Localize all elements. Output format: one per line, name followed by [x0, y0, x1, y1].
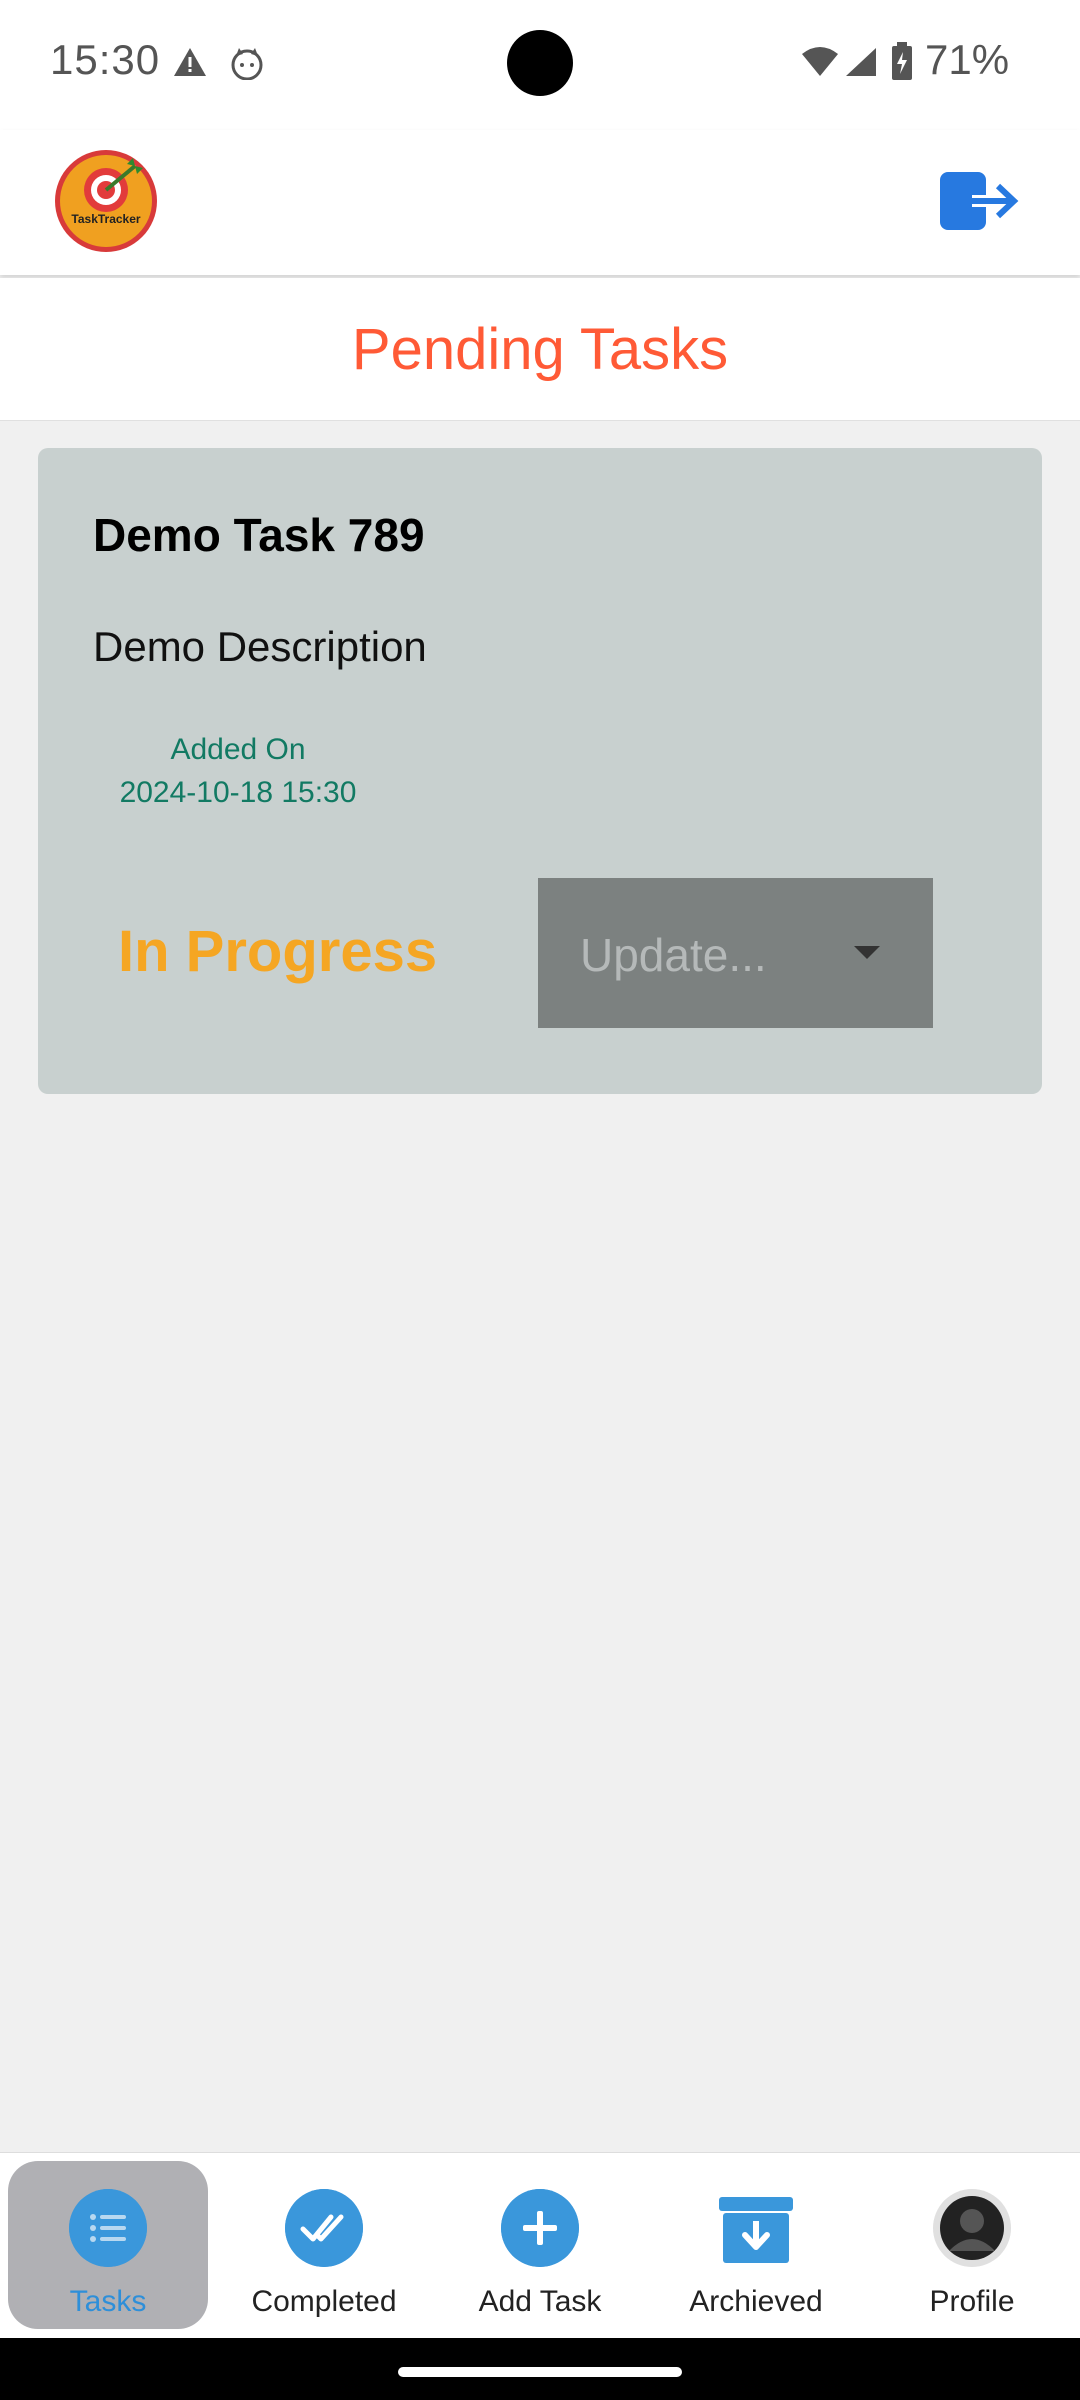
double-check-icon	[285, 2189, 363, 2267]
cat-icon	[231, 48, 263, 80]
nav-label-completed: Completed	[251, 2285, 397, 2318]
battery-percent: 71%	[925, 36, 1010, 83]
nav-tasks[interactable]: Tasks	[8, 2161, 208, 2329]
status-bar: 15:30 71%	[0, 0, 1080, 130]
front-camera	[507, 30, 573, 96]
task-status: In Progress	[118, 919, 438, 984]
list-icon	[69, 2189, 147, 2267]
chevron-down-icon	[854, 946, 880, 959]
nav-completed[interactable]: Completed	[224, 2161, 424, 2329]
logout-icon	[940, 172, 1019, 230]
app-logo: TaskTracker	[53, 148, 159, 254]
logo-icon	[55, 150, 157, 252]
task-card: Demo Task 789 Demo Description Added On …	[38, 448, 1042, 1094]
page-header: Pending Tasks	[0, 278, 1080, 421]
app-bar: TaskTracker	[0, 130, 1080, 275]
nav-label-profile: Profile	[929, 2285, 1015, 2318]
added-on-label: Added On	[170, 733, 306, 766]
nav-label-add-task: Add Task	[478, 2285, 602, 2318]
logout-button[interactable]	[936, 168, 1020, 234]
bottom-nav: Tasks Completed Add Task Archieved Profi…	[0, 2152, 1080, 2339]
update-status-dropdown[interactable]: Update...	[538, 878, 933, 1028]
nav-label-tasks: Tasks	[69, 2285, 147, 2318]
nav-add-task[interactable]: Add Task	[440, 2161, 640, 2329]
screen: 15:30 71% TaskTracker Pending Tasks Demo…	[0, 0, 1080, 2400]
task-description: Demo Description	[93, 623, 427, 670]
home-indicator[interactable]	[398, 2367, 682, 2377]
nav-label-archieved: Archieved	[689, 2285, 823, 2318]
page-title: Pending Tasks	[351, 317, 729, 382]
added-on-date: 2024-10-18 15:30	[119, 776, 357, 809]
battery-icon	[892, 42, 912, 80]
nav-archieved[interactable]: Archieved	[656, 2161, 856, 2329]
nav-profile[interactable]: Profile	[872, 2161, 1072, 2329]
update-placeholder: Update...	[580, 929, 767, 981]
system-nav-bar	[0, 2338, 1080, 2400]
plus-icon	[501, 2189, 579, 2267]
alert-icon	[174, 48, 206, 76]
wifi-icon	[802, 47, 838, 76]
task-title: Demo Task 789	[93, 509, 425, 561]
archive-icon	[719, 2197, 793, 2263]
logo-text: TaskTracker	[71, 212, 141, 226]
signal-icon	[846, 48, 876, 76]
user-icon	[933, 2189, 1011, 2267]
status-time: 15:30	[50, 36, 161, 83]
